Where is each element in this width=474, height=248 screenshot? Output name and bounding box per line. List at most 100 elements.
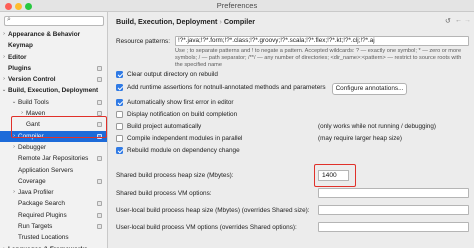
configure-annotations-button[interactable]: Configure annotations... (332, 83, 407, 95)
sidebar-item-trusted-locations[interactable]: Trusted Locations (0, 232, 107, 243)
sidebar-item-application-servers[interactable]: Application Servers (0, 165, 107, 176)
sidebar-item-compiler[interactable]: › Compiler (0, 130, 107, 142)
chevron-right-icon[interactable]: › (1, 244, 7, 248)
sidebar-item-coverage[interactable]: Coverage (0, 176, 107, 187)
project-settings-icon (97, 178, 102, 184)
sidebar-item-label: Keymap (8, 42, 33, 50)
sidebar-item-label: Editor (8, 53, 27, 61)
sidebar-item-build-tools[interactable]: ⌄ Build Tools (0, 97, 107, 108)
sidebar-item-label: Remote Jar Repositories (18, 155, 89, 163)
title-bar: Preferences (0, 0, 474, 12)
sidebar-item-label: Languages & Frameworks (8, 244, 88, 248)
heap-size-label: Shared build process heap size (Mbytes): (116, 172, 234, 179)
sidebar-item-label: Gant (26, 121, 40, 129)
sidebar-item-debugger[interactable]: › Debugger (0, 142, 107, 153)
checkbox[interactable] (116, 135, 123, 142)
checkbox-label: Clear output directory on rebuild (127, 71, 218, 78)
heap-size-input[interactable]: 1400 (318, 170, 349, 181)
checkbox[interactable] (116, 71, 123, 78)
chevron-down-icon[interactable]: ⌄ (1, 85, 7, 96)
project-settings-icon (97, 201, 102, 207)
breadcrumb-current: Compiler (223, 17, 255, 26)
sidebar-item-label: Debugger (18, 143, 47, 151)
sidebar-item-label: Trusted Locations (18, 234, 69, 242)
sidebar-item-appearance-behavior[interactable]: › Appearance & Behavior (0, 29, 107, 40)
forward-arrow-icon[interactable]: → (464, 17, 471, 24)
checkbox-label: Automatically show first error in editor (127, 99, 234, 106)
project-settings-icon (97, 212, 102, 218)
checkbox[interactable] (116, 99, 123, 106)
sidebar-item-label: Package Search (18, 200, 65, 208)
checkbox[interactable] (116, 147, 123, 154)
project-settings-icon (97, 77, 102, 83)
settings-tree: › Appearance & Behavior Keymap › Editor Plugi… (0, 29, 107, 248)
patterns-hint-line-1: Use ; to separate patterns and ! to nega… (175, 48, 462, 54)
sidebar-item-label: Run Targets (18, 223, 53, 231)
settings-sidebar: ⌕ › Appearance & Behavior Keymap › Editor Plu… (0, 12, 108, 248)
sidebar-item-label: Coverage (18, 177, 46, 185)
sidebar-item-keymap[interactable]: Keymap (0, 40, 107, 51)
chevron-right-icon[interactable]: › (1, 29, 7, 40)
project-settings-icon (97, 65, 102, 71)
sidebar-item-gant[interactable]: Gant (0, 119, 107, 130)
chevron-right-icon[interactable]: › (1, 74, 7, 85)
user-vm-options-input[interactable] (318, 222, 469, 232)
sidebar-item-maven[interactable]: › Maven (0, 108, 107, 119)
project-settings-icon (97, 99, 102, 105)
sidebar-item-label: Compiler (18, 132, 44, 140)
chevron-down-icon[interactable]: ⌄ (11, 97, 17, 108)
reset-icon[interactable]: ↺ (445, 17, 451, 25)
sidebar-item-version-control[interactable]: › Version Control (0, 74, 107, 85)
checkbox[interactable] (116, 111, 123, 118)
sidebar-item-label: Maven (26, 110, 46, 118)
sidebar-item-java-profiler[interactable]: › Java Profiler (0, 187, 107, 198)
breadcrumb-parent[interactable]: Build, Execution, Deployment (116, 17, 217, 26)
checkbox[interactable] (116, 123, 123, 130)
user-heap-size-input[interactable] (318, 205, 469, 215)
sidebar-item-label: Application Servers (18, 166, 74, 174)
sidebar-item-languages-frameworks[interactable]: ›Languages & Frameworks (0, 244, 107, 248)
breadcrumb: Build, Execution, Deployment › Compiler (116, 17, 255, 26)
sidebar-item-build-execution-deployment[interactable]: ⌄ Build, Execution, Deployment (0, 85, 107, 96)
vm-options-label: Shared build process VM options: (116, 190, 212, 197)
chevron-right-icon[interactable]: › (1, 52, 7, 63)
project-settings-icon (97, 122, 102, 128)
patterns-hint-line-2: symbols; / — path separator; /**/ — any … (175, 55, 462, 61)
checkbox-label: Add runtime assertions for notnull-annot… (127, 84, 326, 91)
chevron-right-icon[interactable]: › (11, 131, 17, 142)
resource-patterns-input[interactable]: !?*.java;!?*.form;!?*.class;!?*.groovy;!… (175, 36, 469, 46)
sidebar-item-editor[interactable]: › Editor (0, 52, 107, 63)
sidebar-item-remote-jar-repositories[interactable]: Remote Jar Repositories (0, 153, 107, 164)
checkbox[interactable] (116, 84, 123, 91)
chevron-right-icon[interactable]: › (11, 187, 17, 198)
checkbox-label: Rebuild module on dependency change (127, 147, 240, 154)
checkbox-label: Build project automatically (127, 123, 202, 130)
vm-options-input[interactable] (318, 188, 469, 198)
chevron-right-icon[interactable]: › (11, 142, 17, 153)
user-vm-options-label: User-local build process VM options (ove… (116, 224, 297, 231)
sidebar-item-label: Build, Execution, Deployment (8, 87, 99, 95)
option-note: (may require larger heap size) (318, 135, 402, 142)
sidebar-item-plugins[interactable]: Plugins (0, 63, 107, 74)
sidebar-item-label: Java Profiler (18, 189, 54, 197)
resource-patterns-label: Resource patterns: (116, 38, 170, 45)
settings-search-input[interactable]: ⌕ (4, 16, 104, 26)
sidebar-item-required-plugins[interactable]: Required Plugins (0, 210, 107, 221)
sidebar-item-label: Required Plugins (18, 211, 67, 219)
compiler-settings-panel: Build, Execution, Deployment › Compiler ↺ … (109, 12, 474, 248)
checkbox-label: Display notification on build completion (127, 111, 238, 118)
back-arrow-icon[interactable]: ← (455, 17, 462, 24)
sidebar-item-run-targets[interactable]: Run Targets (0, 221, 107, 232)
sidebar-item-package-search[interactable]: Package Search (0, 198, 107, 209)
option-note: (only works while not running / debuggin… (318, 123, 436, 130)
user-heap-size-label: User-local build process heap size (Mbyt… (116, 207, 310, 214)
sidebar-item-label: Appearance & Behavior (8, 31, 81, 38)
patterns-hint-line-3: the specified name (175, 62, 222, 68)
project-settings-icon (97, 156, 102, 162)
project-settings-icon (97, 224, 102, 230)
checkbox-label: Compile independent modules in parallel (127, 135, 243, 142)
sidebar-item-label: Version Control (8, 76, 56, 84)
search-icon: ⌕ (7, 16, 11, 23)
project-settings-icon (97, 111, 102, 117)
chevron-right-icon[interactable]: › (19, 108, 25, 119)
